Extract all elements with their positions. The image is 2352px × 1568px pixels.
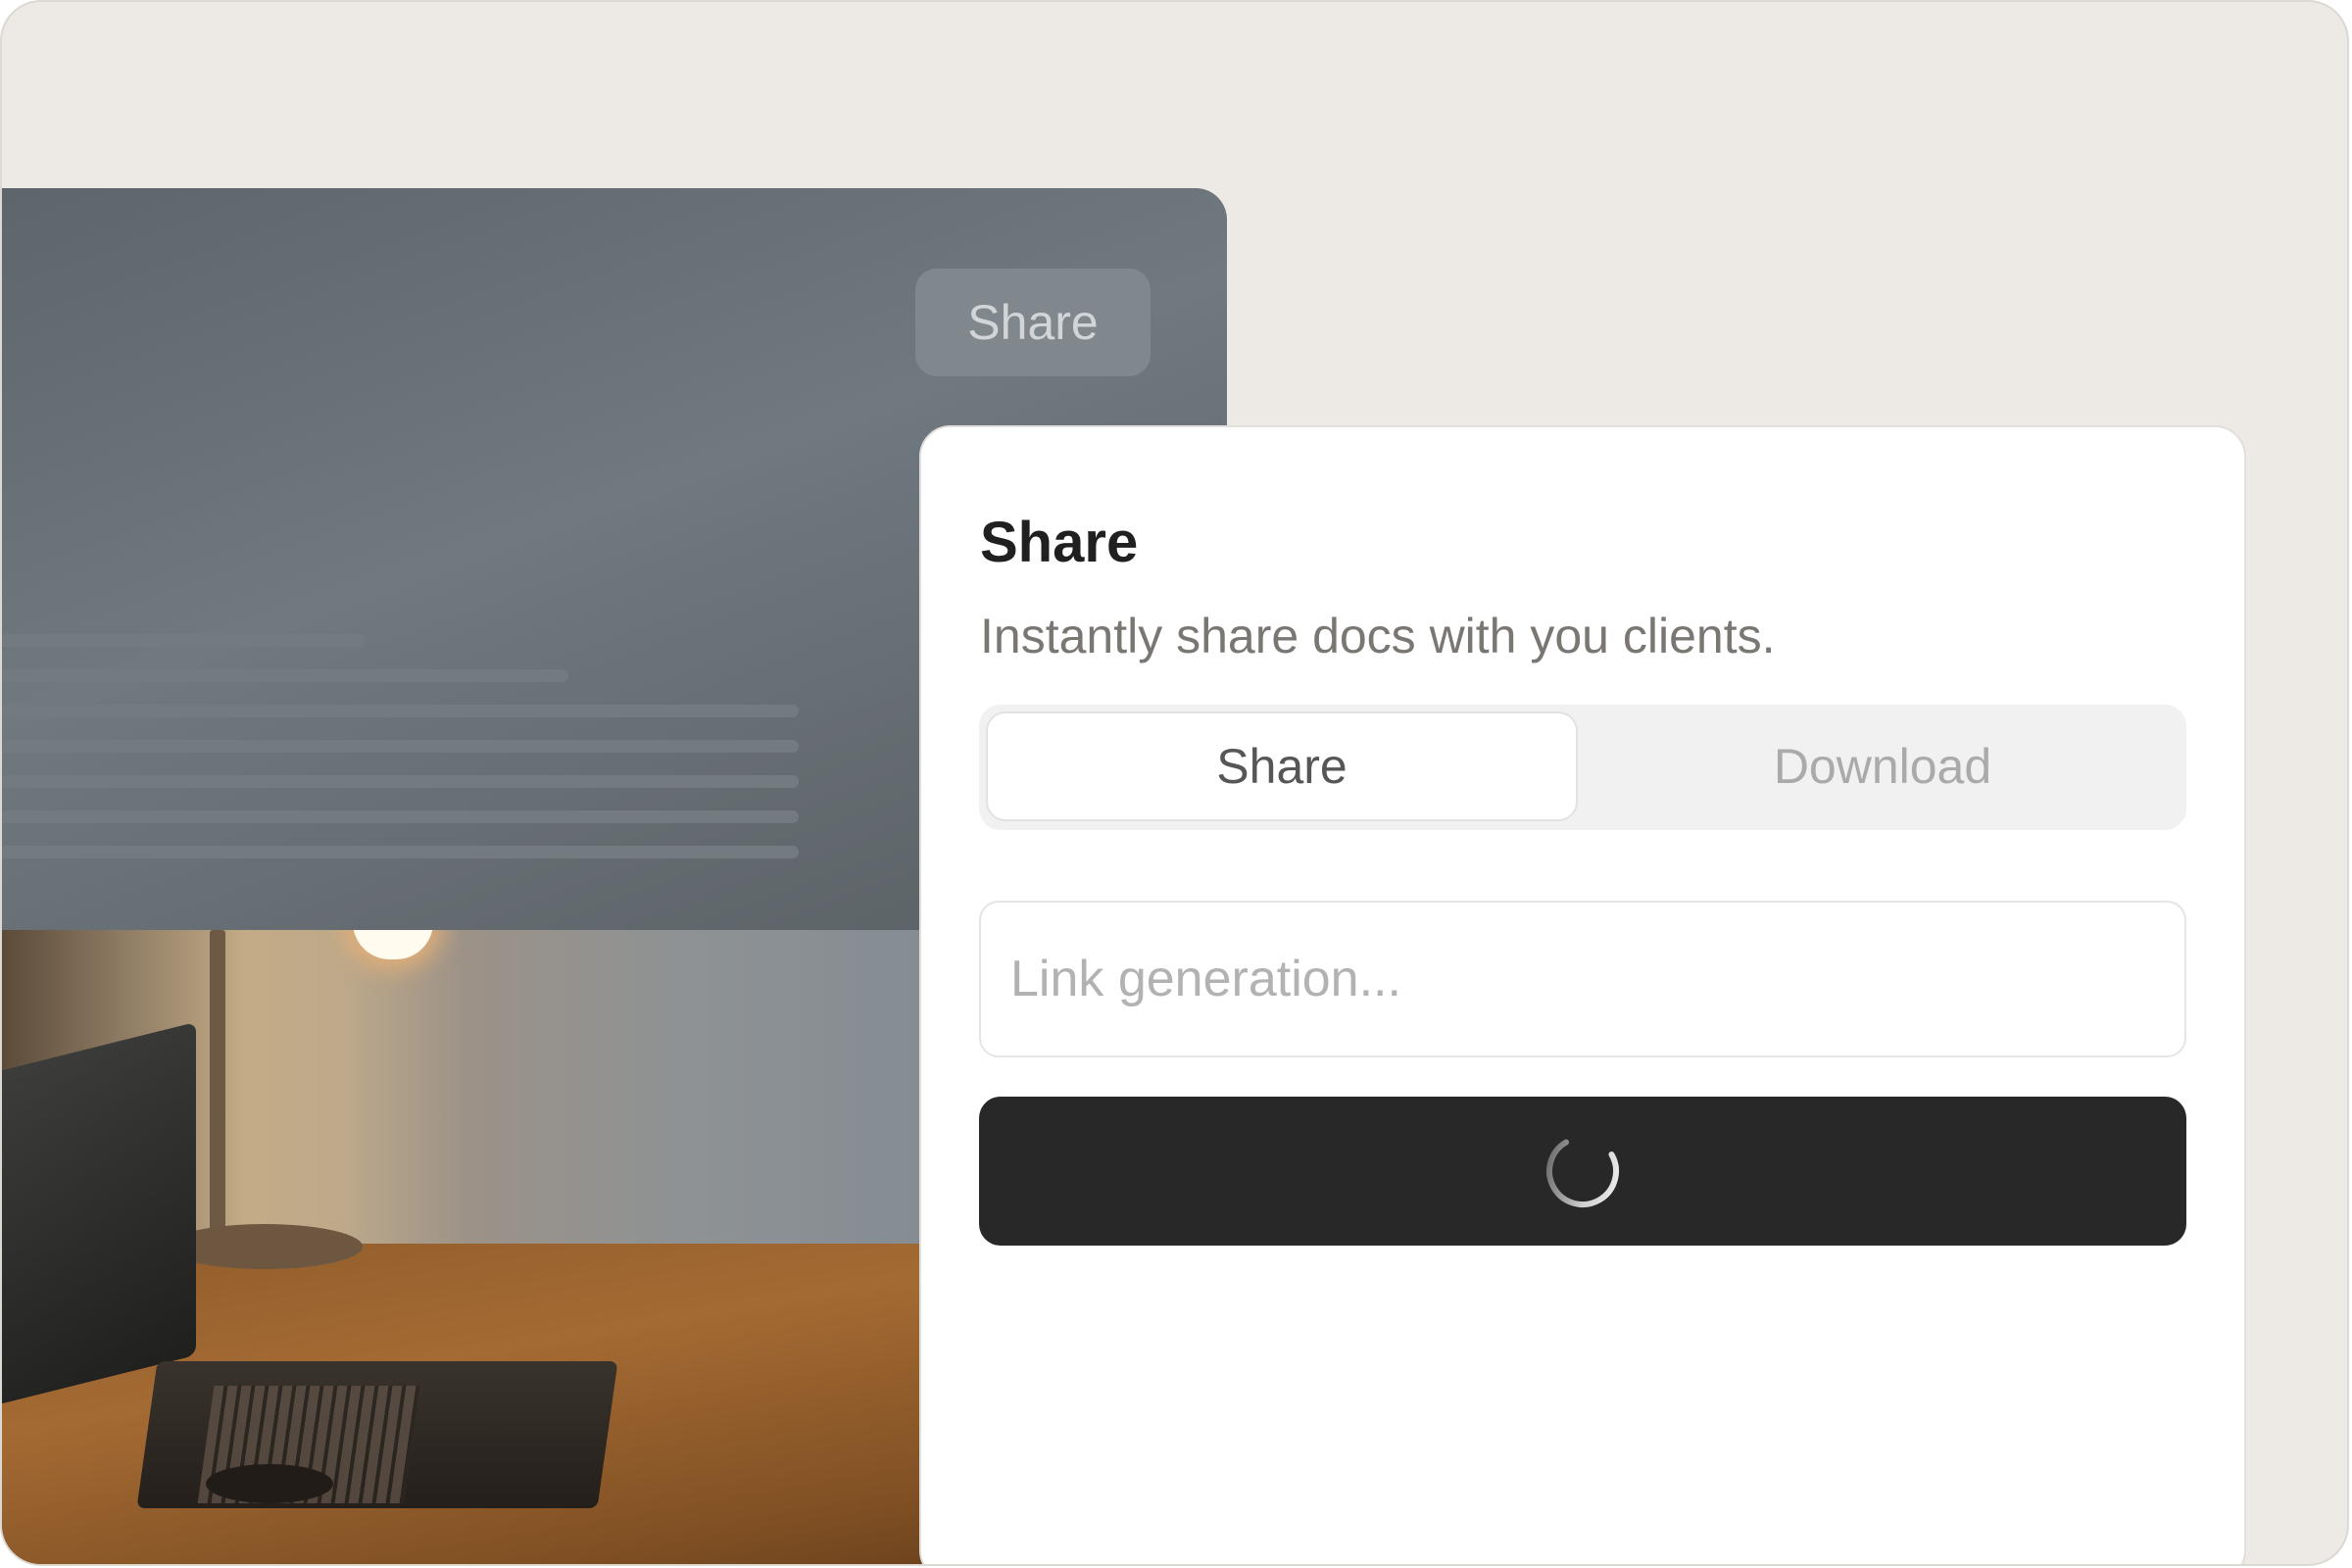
share-dialog: Share Instantly share docs with you clie… bbox=[919, 425, 2246, 1564]
share-submit-button[interactable] bbox=[979, 1097, 2186, 1246]
cup bbox=[206, 1464, 333, 1503]
lamp-arm bbox=[210, 930, 225, 1253]
text-placeholder-line bbox=[2, 740, 799, 753]
lamp-base bbox=[167, 1224, 363, 1269]
tab-share[interactable]: Share bbox=[986, 711, 1578, 821]
text-placeholder-line bbox=[2, 634, 365, 647]
text-placeholder-line bbox=[2, 810, 799, 823]
dialog-title: Share bbox=[980, 511, 1139, 574]
spinner-icon bbox=[1546, 1139, 1619, 1207]
link-input[interactable] bbox=[979, 901, 2186, 1057]
app-frame: Share Share Instantly share docs with yo… bbox=[0, 0, 2349, 1566]
text-placeholder-line bbox=[2, 705, 799, 717]
lamp-light bbox=[353, 930, 433, 959]
share-mode-tabs: Share Download bbox=[979, 705, 2186, 830]
text-placeholder-line bbox=[2, 775, 799, 788]
laptop-screen bbox=[2, 1021, 196, 1407]
text-placeholder-line bbox=[2, 669, 568, 682]
document-share-button[interactable]: Share bbox=[915, 269, 1151, 376]
dialog-subtitle: Instantly share docs with you clients. bbox=[980, 609, 1776, 663]
text-placeholder-line bbox=[2, 846, 799, 858]
tab-download[interactable]: Download bbox=[1587, 711, 2179, 821]
